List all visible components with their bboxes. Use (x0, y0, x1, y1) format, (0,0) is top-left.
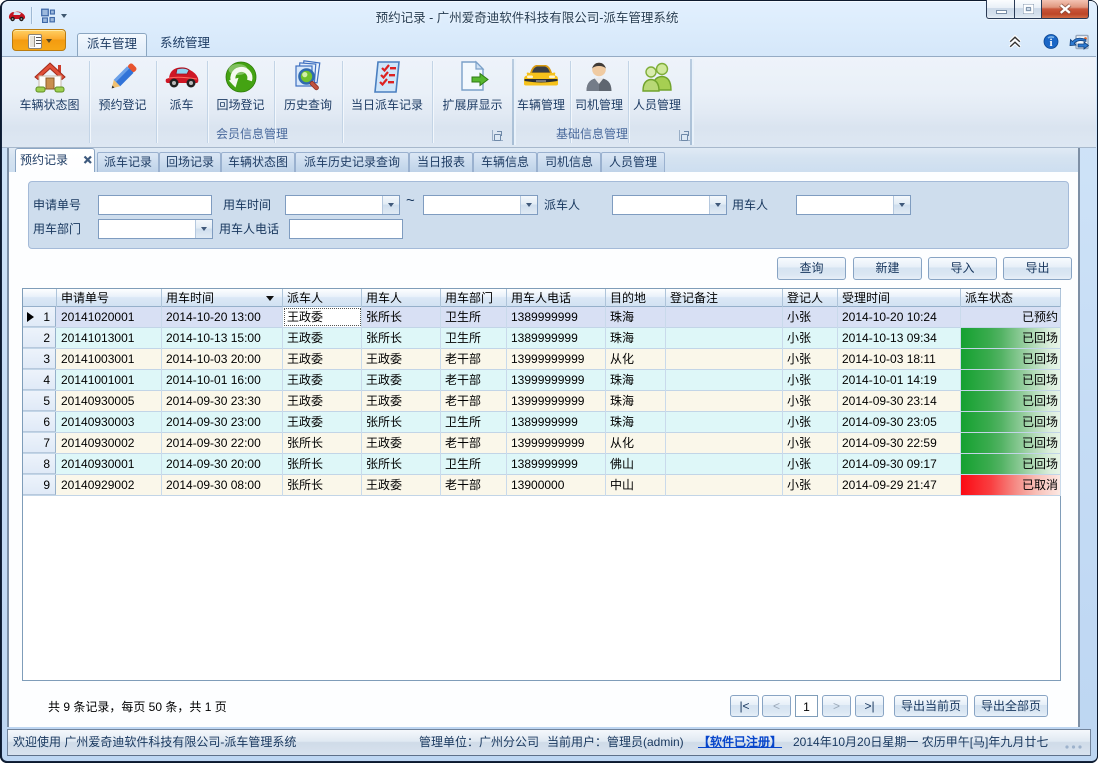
svg-text:i: i (1049, 37, 1052, 49)
